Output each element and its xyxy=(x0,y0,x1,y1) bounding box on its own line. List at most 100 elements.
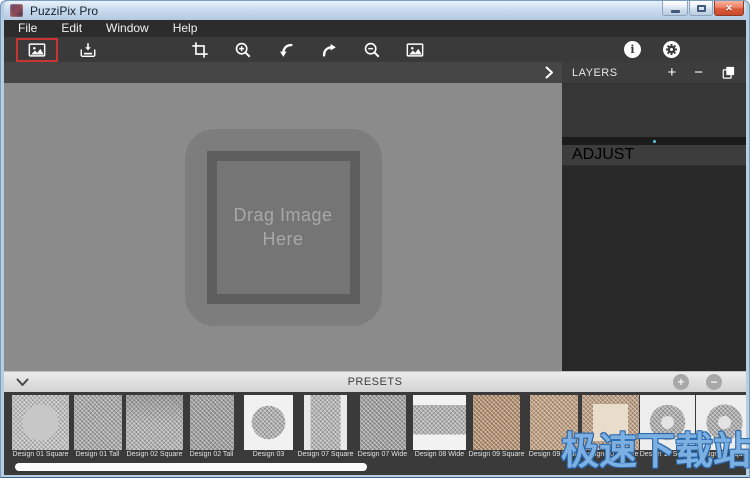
drop-zone-inner: Drag Image Here xyxy=(217,161,350,294)
preset-label: Design 09 Wide xyxy=(525,451,582,459)
add-preset-button[interactable]: + xyxy=(673,374,689,390)
preset-thumbnail[interactable] xyxy=(74,395,122,450)
image-drop-zone[interactable]: Drag Image Here xyxy=(185,129,382,326)
resize-handle-dot xyxy=(653,140,656,143)
preset-item[interactable]: Design 12 Square xyxy=(696,395,746,459)
remove-layer-button[interactable]: − xyxy=(694,65,703,80)
duplicate-layer-icon xyxy=(721,65,736,80)
preset-thumbnail[interactable] xyxy=(244,395,293,450)
preset-label: Design 07 Square xyxy=(297,451,354,459)
crop-icon xyxy=(191,41,209,59)
right-panel: LAYERS + − ADJUST xyxy=(562,62,746,371)
place-image-icon xyxy=(405,41,425,59)
preset-label: Design 08 Wide xyxy=(411,451,468,459)
preset-item[interactable]: Design 03 xyxy=(240,395,297,459)
preset-label: Design 12 Square xyxy=(696,451,746,459)
redo-button[interactable] xyxy=(311,38,347,62)
preset-thumbnail[interactable] xyxy=(640,395,695,450)
canvas: Drag Image Here xyxy=(4,83,562,371)
undo-icon xyxy=(277,41,295,59)
preset-thumbnail[interactable] xyxy=(126,395,183,450)
zoom-out-icon xyxy=(363,41,381,59)
import-image-icon xyxy=(78,41,98,59)
preset-item[interactable]: Design 09 Square xyxy=(468,395,525,459)
panel-resize-handle[interactable] xyxy=(562,137,746,145)
zoom-out-button[interactable] xyxy=(354,38,390,62)
canvas-top-strip xyxy=(4,62,562,83)
preset-item[interactable]: Design 02 Tall xyxy=(183,395,240,459)
presets-collapse-button[interactable] xyxy=(16,378,29,387)
window-content: File Edit Window Help xyxy=(4,20,746,475)
preset-thumbnail[interactable] xyxy=(12,395,69,450)
workspace: Drag Image Here LAYERS + − xyxy=(4,62,746,371)
preset-thumbnail[interactable] xyxy=(582,395,639,450)
preset-item[interactable]: Design 09 Wide xyxy=(525,395,582,459)
preset-thumbnail[interactable] xyxy=(530,395,578,450)
toolbar: i xyxy=(4,37,746,62)
layers-panel-header: LAYERS + − xyxy=(562,62,746,84)
presets-bar: PRESETS + − xyxy=(4,371,746,392)
adjust-panel-title: ADJUST xyxy=(572,146,634,164)
drop-zone-frame: Drag Image Here xyxy=(207,151,360,304)
close-button[interactable]: ✕ xyxy=(714,1,744,16)
preset-item[interactable]: Design 10 Square xyxy=(582,395,639,459)
info-button[interactable]: i xyxy=(624,41,641,58)
preset-thumbnail[interactable] xyxy=(473,395,520,450)
drop-zone-text: Drag Image Here xyxy=(227,203,339,252)
settings-gear-icon xyxy=(663,41,680,58)
import-image-button[interactable] xyxy=(70,38,106,62)
menu-bar: File Edit Window Help xyxy=(4,20,746,37)
presets-title: PRESETS xyxy=(4,376,746,388)
undo-button[interactable] xyxy=(268,38,304,62)
info-icon: i xyxy=(630,43,634,56)
preset-item[interactable]: Design 07 Square xyxy=(297,395,354,459)
preset-label: Design 02 Square xyxy=(126,451,183,459)
panel-collapse-button[interactable] xyxy=(545,66,554,79)
zoom-in-icon xyxy=(234,41,252,59)
preset-item[interactable]: Design 01 Square xyxy=(12,395,69,459)
menu-help[interactable]: Help xyxy=(161,20,210,37)
preset-item[interactable]: Design 11 Square xyxy=(639,395,696,459)
maximize-icon xyxy=(697,5,706,12)
minimize-icon xyxy=(671,10,680,13)
canvas-column: Drag Image Here xyxy=(4,62,562,371)
preset-label: Design 02 Tall xyxy=(183,451,240,459)
menu-window[interactable]: Window xyxy=(94,20,161,37)
settings-button[interactable] xyxy=(663,41,680,58)
open-image-button[interactable] xyxy=(16,38,58,62)
open-image-icon xyxy=(27,41,47,59)
preset-thumbnail[interactable] xyxy=(190,395,234,450)
menu-edit[interactable]: Edit xyxy=(49,20,94,37)
preset-label: Design 07 Wide xyxy=(354,451,411,459)
app-icon xyxy=(10,4,23,17)
preset-item[interactable]: Design 01 Tall xyxy=(69,395,126,459)
preset-item[interactable]: Design 08 Wide xyxy=(411,395,468,459)
chevron-down-icon xyxy=(16,378,29,387)
chevron-right-icon xyxy=(545,66,554,79)
adjust-panel-header: ADJUST xyxy=(562,145,746,166)
add-layer-button[interactable]: + xyxy=(667,65,676,80)
presets-scrollbar[interactable] xyxy=(15,463,735,471)
preset-label: Design 03 xyxy=(240,451,297,459)
maximize-button[interactable] xyxy=(689,1,713,16)
minimize-button[interactable] xyxy=(662,1,688,16)
preset-item[interactable]: Design 07 Wide xyxy=(354,395,411,459)
zoom-in-button[interactable] xyxy=(225,38,261,62)
preset-thumbnail[interactable] xyxy=(304,395,347,450)
window-title: PuzziPix Pro xyxy=(30,4,98,18)
remove-preset-button[interactable]: − xyxy=(706,374,722,390)
preset-thumbnail[interactable] xyxy=(360,395,406,450)
crop-button[interactable] xyxy=(182,38,218,62)
app-window: PuzziPix Pro ✕ File Edit Window Help xyxy=(0,0,750,478)
preset-label: Design 10 Square xyxy=(582,451,639,459)
preset-thumbnail[interactable] xyxy=(696,395,746,450)
preset-item[interactable]: Design 02 Square xyxy=(126,395,183,459)
presets-scrollbar-thumb[interactable] xyxy=(15,463,367,471)
menu-file[interactable]: File xyxy=(6,20,49,37)
layers-panel-title: LAYERS xyxy=(572,67,618,79)
title-bar: PuzziPix Pro ✕ xyxy=(4,1,746,20)
layers-list xyxy=(562,84,746,137)
preset-thumbnail[interactable] xyxy=(413,395,466,450)
duplicate-layer-button[interactable] xyxy=(721,65,736,80)
place-image-button[interactable] xyxy=(397,38,433,62)
